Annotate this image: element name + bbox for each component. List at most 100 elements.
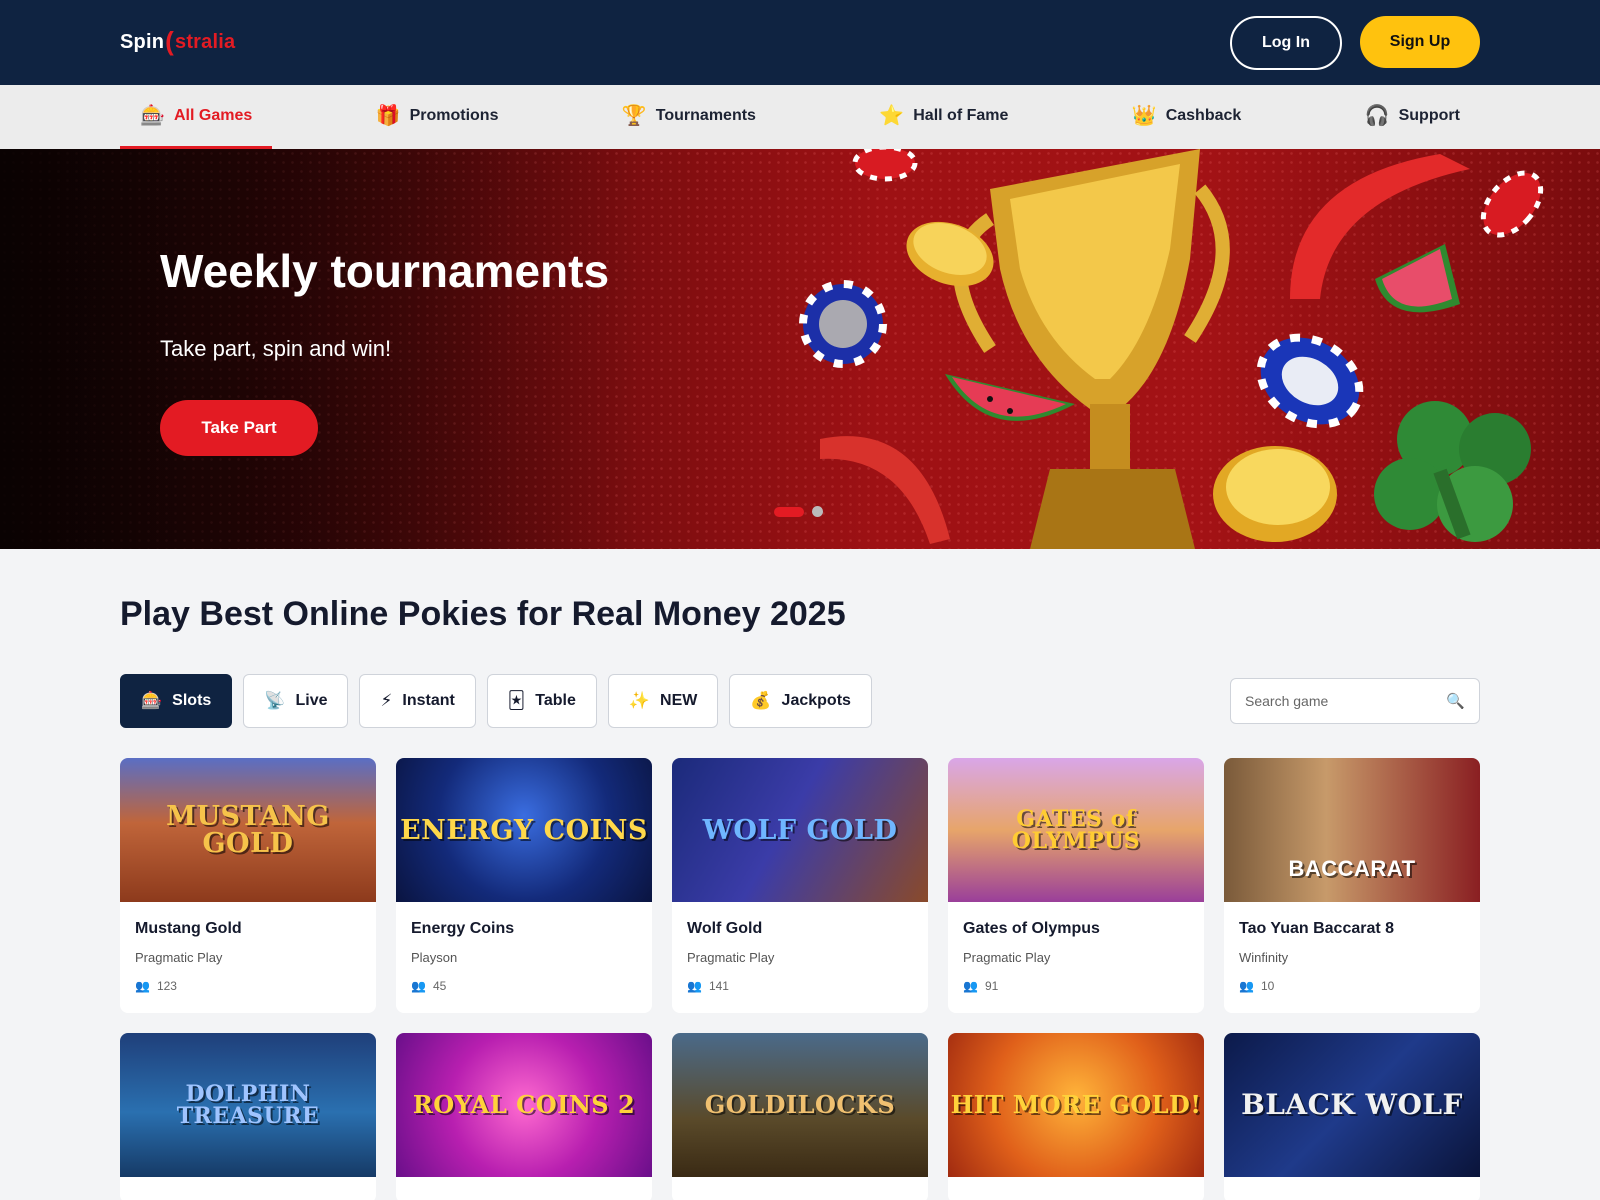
logo-text-stralia: stralia bbox=[175, 31, 236, 53]
users-icon: 👥 bbox=[687, 979, 702, 993]
game-card[interactable]: MUSTANG GOLD Mustang Gold Pragmatic Play… bbox=[120, 758, 376, 1013]
game-thumbnail[interactable]: WOLF GOLD bbox=[672, 758, 928, 902]
main-content: Play Best Online Pokies for Real Money 2… bbox=[0, 595, 1600, 1200]
game-card[interactable]: GOLDILOCKS bbox=[672, 1033, 928, 1200]
nav-item-support[interactable]: 🎧 Support bbox=[1345, 85, 1480, 149]
player-count: 👥 91 bbox=[963, 979, 1189, 993]
filter-chip-jackpots[interactable]: 💰 Jackpots bbox=[729, 674, 872, 728]
game-card[interactable]: ROYAL COINS 2 bbox=[396, 1033, 652, 1200]
boomerang-icon bbox=[820, 436, 950, 544]
logo-separator: ( bbox=[165, 26, 174, 56]
game-art-title: BLACK WOLF bbox=[1241, 1088, 1463, 1121]
headphones-icon: 🎧 bbox=[1364, 105, 1390, 127]
nav-item-hall-of-fame[interactable]: ⭐ Hall of Fame bbox=[859, 85, 1028, 149]
slot-machine-icon: 🎰 bbox=[140, 105, 165, 127]
player-count-value: 123 bbox=[156, 979, 177, 993]
carousel-dot[interactable] bbox=[812, 506, 823, 517]
game-card[interactable]: BACCARAT Tao Yuan Baccarat 8 Winfinity 👥… bbox=[1224, 758, 1480, 1013]
hero-subtitle: Take part, spin and win! bbox=[160, 336, 392, 361]
filter-chip-live[interactable]: 📡 Live bbox=[243, 674, 349, 728]
game-card[interactable]: HIT MORE GOLD! bbox=[948, 1033, 1204, 1200]
game-card[interactable]: BLACK WOLF bbox=[1224, 1033, 1480, 1200]
page-heading: Play Best Online Pokies for Real Money 2… bbox=[120, 595, 846, 633]
satellite-icon: 📡 bbox=[264, 691, 286, 710]
users-icon: 👥 bbox=[135, 979, 150, 993]
game-thumbnail[interactable]: ENERGY COINS bbox=[396, 758, 652, 902]
game-thumbnail[interactable]: GOLDILOCKS bbox=[672, 1033, 928, 1177]
game-art-title: ENERGY COINS bbox=[400, 814, 648, 846]
login-button[interactable]: Log In bbox=[1230, 15, 1342, 70]
hero-banner[interactable]: Weekly tournaments Take part, spin and w… bbox=[0, 149, 1600, 549]
game-thumbnail[interactable]: DOLPHIN TREASURE bbox=[120, 1033, 376, 1177]
users-icon: 👥 bbox=[411, 979, 426, 993]
watermelon-icon bbox=[945, 374, 1075, 421]
game-filters: 🎰 Slots 📡 Live ⚡ Instant 🃏 Table ✨ NEW 💰 bbox=[120, 674, 1480, 728]
game-name: Gates of Olympus bbox=[963, 920, 1100, 937]
game-card[interactable]: WOLF GOLD Wolf Gold Pragmatic Play 👥 141 bbox=[672, 758, 928, 1013]
chip-label: NEW bbox=[660, 692, 698, 709]
site-header: Spin ( stralia Log In Sign Up bbox=[0, 0, 1600, 85]
game-grid: MUSTANG GOLD Mustang Gold Pragmatic Play… bbox=[120, 758, 1480, 1200]
users-icon: 👥 bbox=[1239, 979, 1254, 993]
nav-label: Hall of Fame bbox=[913, 106, 1009, 124]
logo-text-spin: Spin bbox=[120, 31, 165, 53]
game-name: Energy Coins bbox=[411, 920, 515, 937]
nav-item-cashback[interactable]: 👑 Cashback bbox=[1112, 85, 1262, 149]
game-art-title: GOLDILOCKS bbox=[704, 1090, 896, 1119]
game-thumbnail[interactable]: BLACK WOLF bbox=[1224, 1033, 1480, 1177]
player-count: 👥 123 bbox=[135, 979, 361, 993]
nav-item-all-games[interactable]: 🎰 All Games bbox=[120, 85, 273, 149]
player-count: 👥 45 bbox=[411, 979, 637, 993]
player-count-value: 141 bbox=[708, 979, 729, 993]
hero-title: Weekly tournaments bbox=[160, 245, 610, 297]
filter-chip-new[interactable]: ✨ NEW bbox=[607, 674, 719, 728]
search-input[interactable] bbox=[1245, 693, 1447, 709]
search-box[interactable]: 🔍 bbox=[1230, 678, 1480, 724]
nav-item-tournaments[interactable]: 🏆 Tournaments bbox=[602, 85, 776, 149]
game-art-title: GATES of OLYMPUS bbox=[1011, 806, 1141, 854]
clover-icon bbox=[1374, 401, 1531, 542]
money-bag-icon: 💰 bbox=[750, 691, 772, 710]
search-icon[interactable]: 🔍 bbox=[1446, 692, 1465, 710]
game-thumbnail[interactable]: HIT MORE GOLD! bbox=[948, 1033, 1204, 1177]
logo[interactable]: Spin ( stralia bbox=[120, 26, 236, 58]
game-name: Tao Yuan Baccarat 8 bbox=[1239, 920, 1395, 937]
chip-label: Table bbox=[535, 692, 576, 709]
game-card[interactable]: ENERGY COINS Energy Coins Playson 👥 45 bbox=[396, 758, 652, 1013]
slot-machine-icon: 🎰 bbox=[141, 691, 163, 710]
game-thumbnail[interactable]: BACCARAT bbox=[1224, 758, 1480, 902]
gold-coin-icon bbox=[1213, 446, 1337, 542]
game-card[interactable]: DOLPHIN TREASURE bbox=[120, 1033, 376, 1200]
game-provider: Winfinity bbox=[1239, 950, 1289, 965]
game-name: Wolf Gold bbox=[687, 920, 763, 937]
filter-chip-table[interactable]: 🃏 Table bbox=[486, 674, 597, 728]
take-part-button[interactable]: Take Part bbox=[160, 400, 318, 456]
signup-button[interactable]: Sign Up bbox=[1360, 15, 1480, 68]
chip-label: Slots bbox=[172, 692, 212, 709]
gift-icon: 🎁 bbox=[375, 105, 401, 127]
poker-chip-icon bbox=[1480, 170, 1544, 238]
nav-label: Tournaments bbox=[655, 106, 756, 124]
filter-chip-slots[interactable]: 🎰 Slots bbox=[120, 674, 233, 728]
game-thumbnail[interactable]: MUSTANG GOLD bbox=[120, 758, 376, 902]
filter-chip-instant[interactable]: ⚡ Instant bbox=[359, 674, 476, 728]
nav-label: Support bbox=[1398, 106, 1460, 124]
game-provider: Playson bbox=[411, 950, 458, 965]
player-count-value: 10 bbox=[1260, 979, 1275, 993]
trophy-icon: 🏆 bbox=[621, 105, 647, 127]
chip-label: Jackpots bbox=[781, 692, 851, 709]
player-count: 👥 141 bbox=[687, 979, 913, 993]
nav-item-promotions[interactable]: 🎁 Promotions bbox=[356, 85, 519, 149]
game-art-title: HIT MORE GOLD! bbox=[950, 1090, 1202, 1119]
carousel-dot-active[interactable] bbox=[774, 506, 804, 517]
game-card[interactable]: GATES of OLYMPUS Gates of Olympus Pragma… bbox=[948, 758, 1204, 1013]
game-art-title: DOLPHIN TREASURE bbox=[176, 1081, 320, 1129]
game-thumbnail[interactable]: ROYAL COINS 2 bbox=[396, 1033, 652, 1177]
watermelon-icon bbox=[1375, 244, 1460, 313]
player-count: 👥 10 bbox=[1239, 979, 1465, 993]
poker-chip-icon bbox=[1256, 333, 1364, 429]
player-count-value: 91 bbox=[984, 979, 999, 993]
game-thumbnail[interactable]: GATES of OLYMPUS bbox=[948, 758, 1204, 902]
lightning-icon: ⚡ bbox=[380, 691, 393, 710]
game-provider: Pragmatic Play bbox=[135, 950, 223, 965]
